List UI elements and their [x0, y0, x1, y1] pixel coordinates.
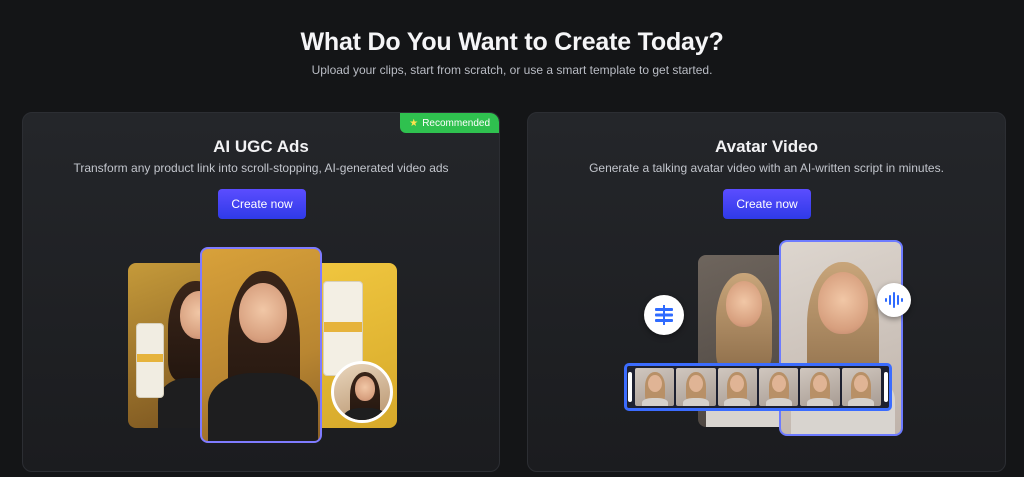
film-frame [717, 368, 757, 406]
audio-wave-icon [877, 283, 911, 317]
film-frame [841, 368, 881, 406]
star-icon: ★ [409, 117, 419, 129]
avatar-video-card[interactable]: Avatar Video Generate a talking avatar v… [527, 112, 1006, 472]
create-now-button[interactable]: Create now [218, 189, 306, 219]
create-now-button[interactable]: Create now [723, 189, 811, 219]
film-frame [758, 368, 799, 406]
page-title: What Do You Want to Create Today? [300, 28, 724, 56]
ai-ugc-ads-card[interactable]: ★ Recommended AI UGC Ads Transform any p… [22, 112, 500, 472]
ugc-photo-main[interactable] [200, 247, 322, 443]
product-tube [136, 323, 164, 398]
audio-wave-icon-glyph [885, 292, 903, 308]
card-title: Avatar Video [715, 137, 818, 156]
script-icon [644, 295, 684, 335]
film-frame [676, 368, 716, 406]
recommended-badge-label: Recommended [422, 117, 490, 129]
page-subtitle: Upload your clips, start from scratch, o… [311, 63, 713, 77]
film-frame [800, 368, 840, 406]
script-icon-glyph [655, 305, 673, 325]
film-frame [635, 368, 675, 406]
timeline-handle-right[interactable] [884, 372, 888, 402]
timeline-handle-left[interactable] [628, 372, 632, 402]
video-timeline-strip[interactable] [624, 363, 892, 411]
card-description: Transform any product link into scroll-s… [73, 161, 449, 175]
avatar-thumbnail [331, 361, 393, 423]
recommended-badge: ★ Recommended [400, 113, 499, 133]
card-title: AI UGC Ads [213, 137, 309, 156]
card-description: Generate a talking avatar video with an … [589, 161, 944, 175]
